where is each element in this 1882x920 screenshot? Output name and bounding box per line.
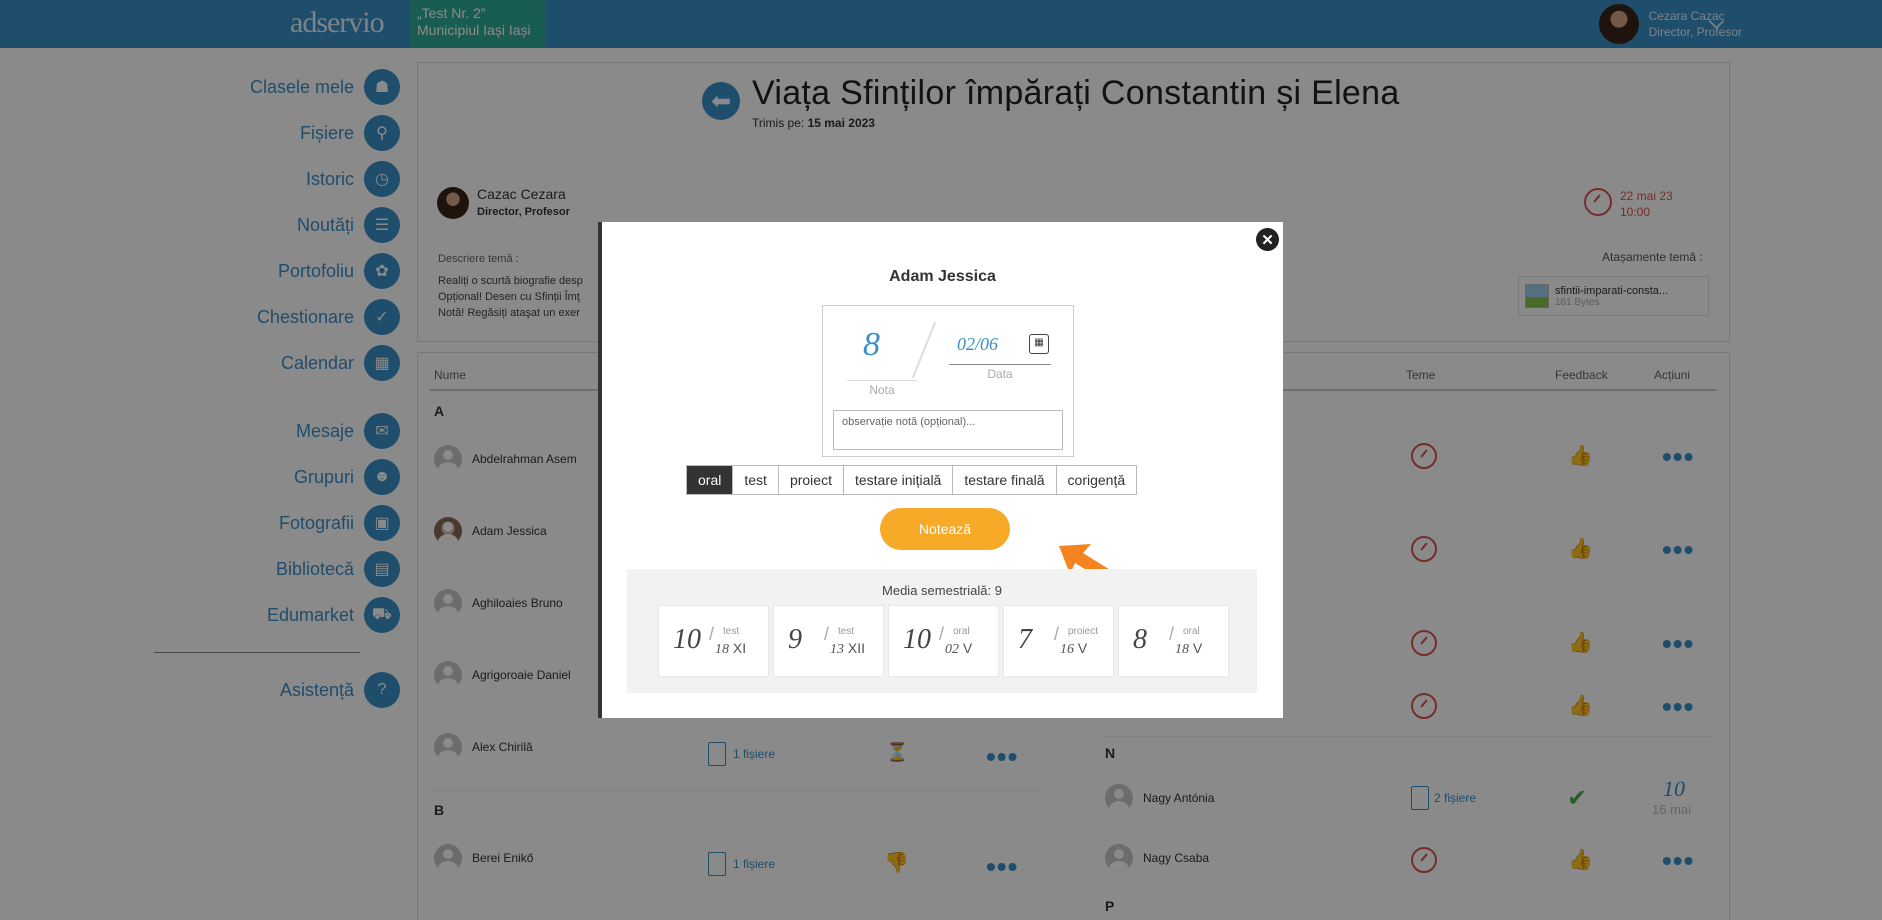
grade-card[interactable]: 8/oral 18 V <box>1118 605 1229 677</box>
type-remedial[interactable]: corigență <box>1056 466 1137 494</box>
date-input[interactable]: 02/06 <box>957 334 998 355</box>
grade-day: 18 <box>1175 642 1189 657</box>
grade-month: V <box>962 640 973 656</box>
grade-type: test <box>723 626 740 637</box>
grade-day: 13 <box>830 642 844 657</box>
grade-value: 10 <box>903 624 931 655</box>
separator <box>911 321 937 379</box>
grade-day: 18 <box>715 642 729 657</box>
type-project[interactable]: proiect <box>778 466 844 494</box>
student-name-title: Adam Jessica <box>889 268 996 285</box>
grade-card[interactable]: 10/oral 02 V <box>888 605 999 677</box>
observation-input[interactable]: observație notă (opțional)... <box>833 410 1063 450</box>
type-oral[interactable]: oral <box>687 466 734 494</box>
date-label: Data <box>949 364 1051 381</box>
grade-value: 9 <box>788 624 802 655</box>
grade-value: 7 <box>1018 624 1032 655</box>
semester-average: Media semestrială: 9 <box>882 583 1002 598</box>
grade-day: 02 <box>945 642 959 657</box>
close-icon[interactable]: ✕ <box>1256 228 1279 251</box>
grade-month: XI <box>732 640 747 656</box>
grade-type: oral <box>953 626 970 637</box>
grade-type-selector: oral test proiect testare inițială testa… <box>686 465 1138 495</box>
grade-value: 10 <box>673 624 701 655</box>
grade-type: oral <box>1183 626 1200 637</box>
submit-grade-button[interactable]: Notează <box>880 508 1010 550</box>
grade-month: V <box>1077 640 1088 656</box>
grade-form: 8 Nota 02/06 ▦ Data observație notă (opț… <box>822 305 1074 457</box>
grade-type: test <box>838 626 855 637</box>
grade-month: V <box>1192 640 1203 656</box>
type-initial-test[interactable]: testare inițială <box>843 466 954 494</box>
grade-input[interactable]: 8 <box>863 326 880 364</box>
grade-card[interactable]: 10/test 18 XI <box>658 605 769 677</box>
grade-month: XII <box>847 640 866 656</box>
grade-type: proiect <box>1068 626 1099 637</box>
grade-value: 8 <box>1133 624 1147 655</box>
type-final-test[interactable]: testare finală <box>953 466 1057 494</box>
calendar-icon[interactable]: ▦ <box>1029 334 1049 354</box>
grade-label: Nota <box>847 380 917 397</box>
grade-card[interactable]: 7/proiect 16 V <box>1003 605 1114 677</box>
grade-modal: ✕ Adam Jessica 8 Nota 02/06 ▦ Data obser… <box>598 222 1283 718</box>
type-test[interactable]: test <box>733 466 779 494</box>
semester-grades: Media semestrială: 9 10/test 18 XI 9/test… <box>627 569 1257 693</box>
grade-card[interactable]: 9/test 13 XII <box>773 605 884 677</box>
grade-day: 16 <box>1060 642 1074 657</box>
